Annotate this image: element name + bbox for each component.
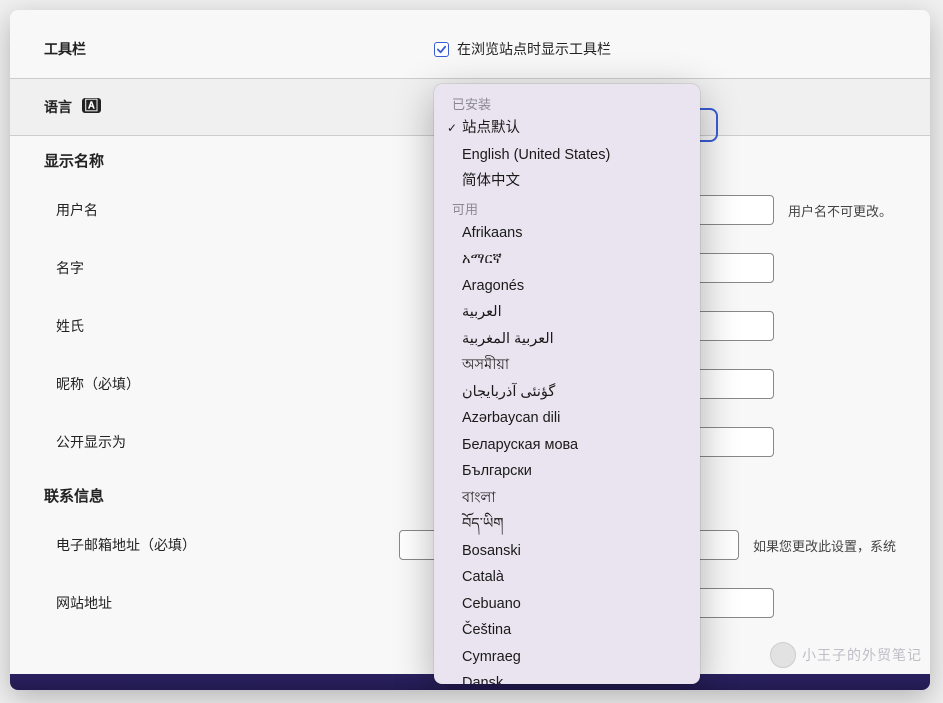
dropdown-item-available[interactable]: Bosanski: [434, 538, 700, 565]
toolbar-label: 工具栏: [44, 39, 434, 59]
check-icon: ✓: [442, 117, 462, 140]
dropdown-item-available[interactable]: Aragonés: [434, 273, 700, 300]
dropdown-item-available[interactable]: Català: [434, 564, 700, 591]
dropdown-item-available[interactable]: Cebuano: [434, 591, 700, 618]
dropdown-item-available[interactable]: Azərbaycan dili: [434, 405, 700, 432]
dropdown-item-available[interactable]: العربية المغربية: [434, 326, 700, 353]
toolbar-checkbox[interactable]: [434, 42, 449, 57]
display-as-label: 公开显示为: [44, 432, 434, 452]
dropdown-item-available[interactable]: བོད་ཡིག: [434, 511, 700, 538]
dropdown-item-available[interactable]: অসমীয়া: [434, 352, 700, 379]
dropdown-item-label: বাংলা: [462, 487, 496, 510]
email-hint: 如果您更改此设置，系统: [753, 536, 896, 555]
watermark-avatar: [770, 642, 796, 668]
dropdown-group-available: 可用: [434, 195, 700, 220]
dropdown-item-label: Cymraeg: [462, 646, 521, 669]
nickname-label: 昵称（必填）: [44, 374, 434, 394]
toolbar-row: 工具栏 在浏览站点时显示工具栏: [10, 20, 930, 78]
dropdown-item-available[interactable]: Afrikaans: [434, 220, 700, 247]
username-hint: 用户名不可更改。: [788, 201, 892, 220]
last-name-label: 姓氏: [44, 316, 434, 336]
website-label: 网站地址: [44, 593, 434, 613]
language-dropdown: 已安装 ✓站点默认English (United States)简体中文 可用 …: [434, 84, 700, 684]
dropdown-item-available[interactable]: Български: [434, 458, 700, 485]
dropdown-item-label: العربية المغربية: [462, 328, 554, 351]
dropdown-item-available[interactable]: Беларуская мова: [434, 432, 700, 459]
settings-window: 工具栏 在浏览站点时显示工具栏 语言 🄰 显示名称 用户名 用户名不可更改。: [10, 10, 930, 690]
dropdown-item-label: Bosanski: [462, 540, 521, 563]
dropdown-item-label: Беларуская мова: [462, 434, 578, 457]
dropdown-item-label: Azərbaycan dili: [462, 407, 560, 430]
dropdown-item-label: Aragonés: [462, 275, 524, 298]
dropdown-item-label: 简体中文: [462, 170, 520, 193]
check-icon: [436, 44, 447, 55]
dropdown-item-available[interactable]: Čeština: [434, 617, 700, 644]
translate-icon: 🄰: [82, 98, 101, 113]
dropdown-item-available[interactable]: Cymraeg: [434, 644, 700, 671]
dropdown-item-available[interactable]: বাংলা: [434, 485, 700, 512]
dropdown-item-installed[interactable]: 简体中文: [434, 168, 700, 195]
toolbar-checkbox-label: 在浏览站点时显示工具栏: [457, 39, 611, 59]
dropdown-item-label: Dansk: [462, 672, 503, 684]
dropdown-item-available[interactable]: گؤنئی آذربایجان: [434, 379, 700, 406]
dropdown-item-label: Čeština: [462, 619, 511, 642]
dropdown-item-label: አማርኛ: [462, 248, 502, 271]
dropdown-item-label: Български: [462, 460, 532, 483]
dropdown-item-label: Cebuano: [462, 593, 521, 616]
dropdown-item-label: 站点默认: [462, 117, 520, 140]
dropdown-item-installed[interactable]: ✓站点默认: [434, 115, 700, 142]
dropdown-item-available[interactable]: Dansk: [434, 670, 700, 684]
dropdown-item-available[interactable]: العربية: [434, 299, 700, 326]
email-label: 电子邮箱地址（必填）: [44, 535, 399, 555]
toolbar-control: 在浏览站点时显示工具栏: [434, 39, 896, 59]
first-name-label: 名字: [44, 258, 434, 278]
dropdown-item-available[interactable]: አማርኛ: [434, 246, 700, 273]
dropdown-item-label: བོད་ཡིག: [462, 513, 503, 536]
language-label-text: 语言: [44, 99, 72, 115]
watermark: 小王子的外贸笔记: [770, 642, 922, 668]
watermark-text: 小王子的外贸笔记: [802, 645, 922, 665]
dropdown-item-installed[interactable]: English (United States): [434, 142, 700, 169]
dropdown-group-installed: 已安装: [434, 90, 700, 115]
dropdown-item-label: English (United States): [462, 144, 610, 167]
dropdown-item-label: العربية: [462, 301, 502, 324]
username-label: 用户名: [44, 200, 434, 220]
language-label: 语言 🄰: [44, 97, 434, 117]
dropdown-item-label: Afrikaans: [462, 222, 522, 245]
dropdown-item-label: Català: [462, 566, 504, 589]
dropdown-item-label: گؤنئی آذربایجان: [462, 381, 555, 404]
dropdown-item-label: অসমীয়া: [462, 354, 509, 377]
